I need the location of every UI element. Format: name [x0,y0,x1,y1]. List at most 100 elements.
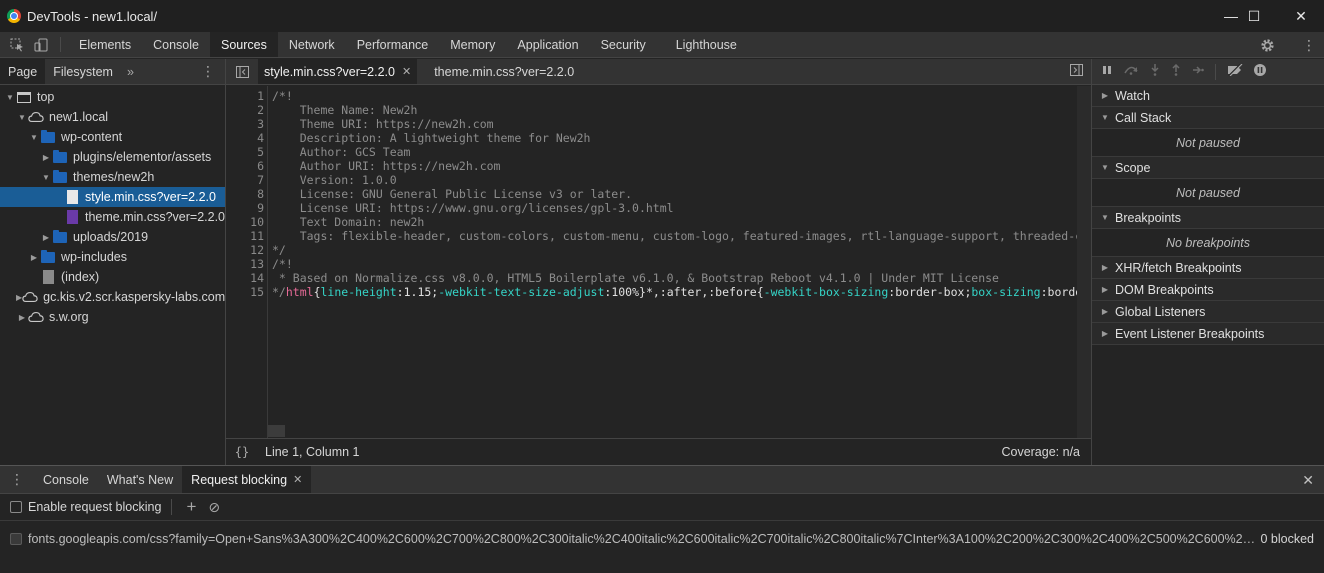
chevron-down-icon[interactable]: ▼ [4,93,16,102]
line-number[interactable]: 7 [226,173,267,187]
pane-header[interactable]: ▶ Event Listener Breakpoints [1092,323,1324,345]
tree-item[interactable]: ▶ s.w.org [0,307,225,327]
debugger-sidebar: ▶ Watch ▼ Call Stack Not paused ▼ Scope Not pau… [1091,59,1324,465]
drawer-tab-console[interactable]: Console [34,466,98,493]
pattern-checkbox[interactable] [10,533,22,545]
pretty-print-button[interactable]: {} [226,445,258,459]
maximize-button[interactable]: ☐ [1231,0,1277,32]
toggle-debugger-icon[interactable] [1070,64,1083,79]
step-icon[interactable] [1192,65,1204,78]
line-number[interactable]: 6 [226,159,267,173]
settings-gear-icon[interactable] [1260,32,1280,58]
blocked-pattern-row[interactable]: fonts.googleapis.com/css?family=Open+San… [0,528,1324,550]
step-out-icon[interactable] [1171,63,1181,79]
close-tab-icon[interactable]: ✕ [293,473,302,486]
file-icon [64,190,80,204]
pane-header[interactable]: ▶ XHR/fetch Breakpoints [1092,257,1324,279]
tree-item[interactable]: ▶ uploads/2019 [0,227,225,247]
tab-performance[interactable]: Performance [346,32,440,57]
toggle-navigator-icon[interactable] [226,59,258,84]
pane-header[interactable]: ▼ Scope [1092,157,1324,179]
line-number[interactable]: 9 [226,201,267,215]
chevron-down-icon[interactable]: ▼ [28,133,40,142]
pane-header[interactable]: ▼ Breakpoints [1092,207,1324,229]
line-number[interactable]: 1 [226,89,267,103]
navigator-tab-page[interactable]: Page [0,59,46,84]
code-lines[interactable]: /*! Theme Name: New2h Theme URI: https:/… [272,86,1077,438]
tree-item[interactable]: (index) [0,267,225,287]
line-number[interactable]: 12 [226,243,267,257]
pane-header[interactable]: ▶ Watch [1092,85,1324,107]
drawer-tab-request-blocking[interactable]: Request blocking ✕ [182,466,312,493]
pause-icon[interactable] [1102,65,1112,78]
drawer-tab-whats-new[interactable]: What's New [98,466,182,493]
device-toolbar-icon[interactable] [29,32,53,57]
bottom-drawer: ⋮ Console What's New Request blocking ✕ … [0,465,1324,573]
tree-item[interactable]: ▼ wp-content [0,127,225,147]
scrollbar-thumb[interactable] [1079,88,1089,418]
tree-item[interactable]: ▶ wp-includes [0,247,225,267]
line-number[interactable]: 8 [226,187,267,201]
tab-memory[interactable]: Memory [439,32,506,57]
tab-security[interactable]: Security [590,32,657,57]
line-number[interactable]: 3 [226,117,267,131]
pause-on-exceptions-icon[interactable] [1254,64,1266,79]
more-tabs-chevron-icon[interactable]: » [121,59,140,84]
tree-item[interactable]: ▶ plugins/elementor/assets [0,147,225,167]
customize-menu-kebab-icon[interactable]: ⋮ [1302,32,1316,58]
code-area[interactable]: 1 2 3 4 5 6 7 8 9 10 11 12 13 14 15 /*! Theme Name: Ne… [226,86,1091,438]
chevron-down-icon: ▼ [1101,113,1109,122]
chevron-right-icon[interactable]: ▶ [16,313,28,322]
pane-header[interactable]: ▼ Call Stack [1092,107,1324,129]
chevron-right-icon[interactable]: ▶ [40,233,52,242]
enable-request-blocking-label[interactable]: Enable request blocking [28,500,161,514]
tree-item[interactable]: style.min.css?ver=2.2.0 [0,187,225,207]
tab-application[interactable]: Application [506,32,589,57]
tab-network[interactable]: Network [278,32,346,57]
line-number[interactable]: 2 [226,103,267,117]
horizontal-scrollbar[interactable] [268,424,1077,438]
navigator-menu-kebab-icon[interactable]: ⋮ [201,64,215,78]
close-drawer-icon[interactable]: ✕ [1302,472,1314,489]
chevron-right-icon[interactable]: ▶ [28,253,40,262]
close-tab-icon[interactable]: ✕ [402,65,411,78]
pane-header[interactable]: ▶ DOM Breakpoints [1092,279,1324,301]
step-over-icon[interactable] [1123,65,1139,78]
line-number[interactable]: 15 [226,285,267,299]
deactivate-breakpoints-icon[interactable] [1227,63,1243,79]
chevron-down-icon[interactable]: ▼ [40,173,52,182]
line-number[interactable]: 11 [226,229,267,243]
code-token: line-height [320,285,397,299]
editor-tab-style-min-css[interactable]: style.min.css?ver=2.2.0 ✕ [258,59,418,84]
icon-shape [42,270,54,284]
line-number[interactable]: 4 [226,131,267,145]
tree-item[interactable]: ▼ top [0,87,225,107]
scrollbar-thumb[interactable] [268,425,285,437]
step-into-icon[interactable] [1150,64,1160,79]
line-number[interactable]: 14 [226,271,267,285]
tree-item[interactable]: ▶ gc.kis.v2.scr.kaspersky-labs.com [0,287,225,307]
enable-request-blocking-checkbox[interactable] [10,501,22,513]
drawer-menu-kebab-icon[interactable]: ⋮ [0,466,34,493]
add-pattern-icon[interactable]: + [186,497,196,517]
tree-item[interactable]: theme.min.css?ver=2.2.0 [0,207,225,227]
inspect-element-icon[interactable] [5,32,29,57]
navigator-tab-filesystem[interactable]: Filesystem [45,59,121,84]
code-line-15: */html{line-height:1.15;-webkit-text-siz… [272,285,1077,299]
tree-item[interactable]: ▼ new1.local [0,107,225,127]
close-window-button[interactable]: ✕ [1278,0,1324,32]
tab-lighthouse[interactable]: Lighthouse [665,32,748,57]
line-number[interactable]: 5 [226,145,267,159]
line-number[interactable]: 13 [226,257,267,271]
editor-tab-theme-min-css[interactable]: theme.min.css?ver=2.2.0 [417,59,580,84]
tab-console[interactable]: Console [142,32,210,57]
clear-patterns-icon[interactable]: ⊘ [208,499,220,516]
line-number[interactable]: 10 [226,215,267,229]
tab-elements[interactable]: Elements [68,32,142,57]
pane-header[interactable]: ▶ Global Listeners [1092,301,1324,323]
chevron-right-icon[interactable]: ▶ [40,153,52,162]
vertical-scrollbar[interactable] [1077,86,1091,438]
tab-sources[interactable]: Sources [209,32,278,57]
tree-item[interactable]: ▼ themes/new2h [0,167,225,187]
chevron-down-icon[interactable]: ▼ [16,113,28,122]
